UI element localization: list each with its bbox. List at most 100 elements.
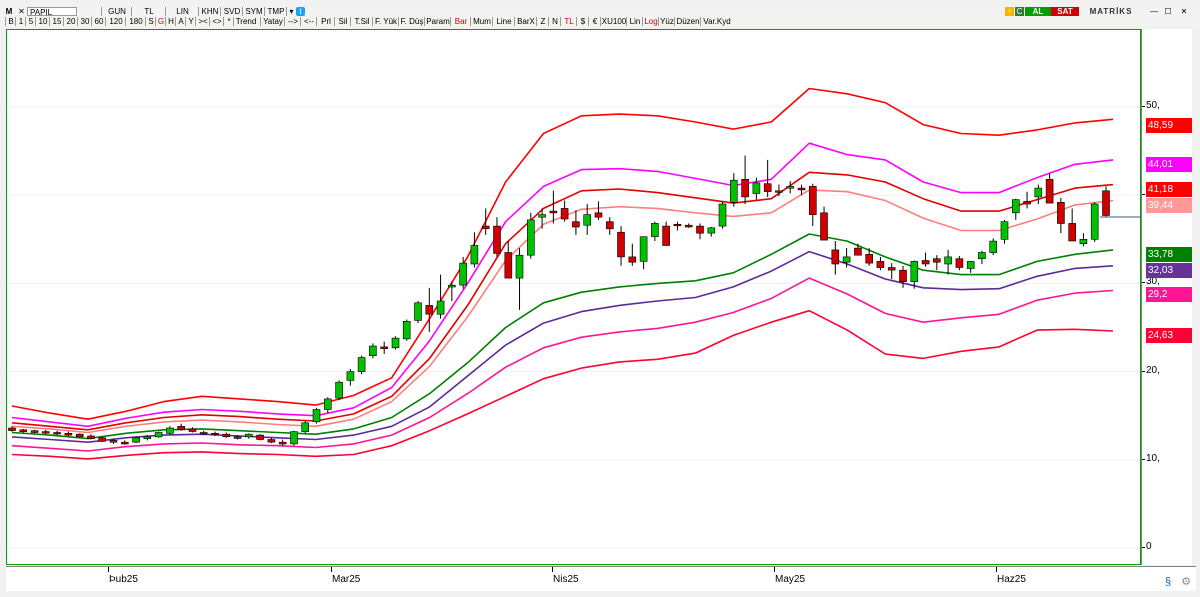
zoom-icon[interactable]: ⚙	[1178, 575, 1194, 589]
tool-button[interactable]: Bar	[450, 17, 471, 26]
sell-button[interactable]: SAT	[1051, 7, 1079, 16]
symbol-input[interactable]: PAPIL	[27, 7, 77, 16]
tool-button[interactable]: 30	[77, 17, 92, 26]
price-level-label: 24,63	[1146, 328, 1192, 343]
tool-button[interactable]: Sil	[334, 17, 351, 26]
candle-down	[854, 247, 862, 256]
tool-button[interactable]: BarX	[514, 17, 537, 26]
band-line-mid1_upper	[11, 142, 1114, 428]
buy-button[interactable]: AL	[1025, 7, 1051, 16]
candle-up	[402, 320, 411, 340]
tool-button[interactable]: 15	[49, 17, 64, 26]
date-tick-label: Mar25	[332, 574, 361, 585]
candle-down	[605, 221, 614, 230]
candle-down	[188, 428, 197, 432]
alarm-icon[interactable]: ⚡	[1005, 7, 1015, 16]
chart-area[interactable]	[6, 29, 1141, 565]
tool-button[interactable]: Yüz	[658, 17, 675, 26]
tool-button[interactable]: Trend	[233, 17, 258, 26]
candle-up	[1011, 199, 1020, 214]
date-tick-mark	[331, 567, 332, 572]
band-line-lower3	[11, 277, 1114, 452]
candle-down	[30, 430, 39, 433]
candle-up	[143, 436, 152, 439]
candle-down	[1023, 201, 1031, 205]
tool-button[interactable]: 10	[35, 17, 50, 26]
tool-button[interactable]: 180	[125, 17, 146, 26]
candle-down	[628, 256, 637, 263]
tool-button[interactable]: 20	[63, 17, 78, 26]
date-tick-label: May25	[775, 574, 806, 585]
tool-button[interactable]: 120	[105, 17, 126, 26]
date-axis: § ⚙ Þub25 Mar25 Nis25 May25 Haz25	[6, 566, 1196, 591]
candle-up	[729, 179, 738, 203]
tool-button[interactable]: <>	[209, 17, 224, 26]
candle-up	[470, 245, 479, 265]
candle-down	[775, 190, 783, 193]
candle-up	[707, 227, 716, 234]
maximize-icon[interactable]: ☐	[1162, 7, 1174, 16]
window-close-icon[interactable]: ✕	[17, 7, 26, 16]
tool-button[interactable]: ><	[195, 17, 210, 26]
refresh-icon[interactable]: C	[1015, 7, 1024, 16]
tool-button[interactable]: Lin	[626, 17, 643, 26]
tool-button[interactable]: Düzen	[674, 17, 701, 26]
candle-up	[312, 409, 321, 423]
tool-button[interactable]: Prl	[316, 17, 335, 26]
candle-down	[222, 433, 231, 438]
candle-down	[808, 186, 817, 215]
tool-button[interactable]: Line	[492, 17, 515, 26]
tool-button[interactable]: <--	[300, 17, 317, 26]
candle-down	[673, 224, 682, 227]
candle-up	[436, 300, 445, 315]
tool-button[interactable]: Mum	[470, 17, 493, 26]
close-icon[interactable]: ✕	[1178, 7, 1190, 16]
tool-button[interactable]: T.Sil	[350, 17, 373, 26]
candle-up	[335, 381, 343, 399]
tool-button[interactable]: F. Yük	[372, 17, 399, 26]
tool-button[interactable]: Log	[642, 17, 659, 26]
candle-up	[944, 256, 952, 265]
period-selector[interactable]: GUN	[101, 7, 132, 16]
scale-selector[interactable]: LIN	[165, 7, 199, 16]
candle-down	[380, 346, 389, 349]
price-tick-mark	[1142, 458, 1145, 460]
tool-button[interactable]: Var.Kyd	[700, 17, 733, 26]
candle-up	[966, 261, 975, 269]
minimize-icon[interactable]: —	[1148, 7, 1160, 16]
dropdown-arrow-icon[interactable]: ▾	[286, 7, 296, 16]
tool-button[interactable]: Yatay	[260, 17, 285, 26]
tool-button[interactable]: F. Düş	[398, 17, 425, 26]
date-tick-label: Haz25	[997, 574, 1026, 585]
candle-down	[1045, 179, 1054, 204]
price-axis: 50,40,30,20,10,048,5944,0141,1839,4433,7…	[1141, 29, 1192, 565]
scroll-icon[interactable]: §	[1160, 575, 1176, 589]
candle-up	[301, 422, 310, 432]
price-chart	[7, 87, 1140, 549]
candle-down	[684, 224, 693, 228]
candle-up	[391, 337, 400, 349]
currency-selector[interactable]: TL	[131, 7, 166, 16]
candle-down	[278, 441, 287, 445]
toolbar-sym-button[interactable]: SYM	[242, 7, 265, 16]
twitter-icon[interactable]: t	[296, 7, 305, 16]
tool-button[interactable]: XU100	[600, 17, 627, 26]
toolbar-khn-button[interactable]: KHN	[198, 7, 221, 16]
toolbar-tmp-button[interactable]: TMP	[264, 7, 287, 16]
candle-down	[876, 261, 885, 268]
candle-down	[763, 183, 772, 192]
candle-down	[109, 440, 118, 443]
candle-down	[560, 208, 569, 220]
price-level-label: 29,2	[1146, 287, 1192, 302]
tool-button[interactable]: TL	[560, 17, 577, 26]
tool-button[interactable]: 60	[91, 17, 106, 26]
band-line-basis	[11, 189, 1114, 434]
candle-down	[1068, 223, 1076, 242]
candle-down	[177, 425, 185, 431]
tool-button[interactable]: -->	[284, 17, 301, 26]
candle-up	[369, 345, 377, 356]
toolbar-svd-button[interactable]: SVD	[220, 7, 243, 16]
candle-up	[290, 431, 298, 445]
tool-button[interactable]: Param	[424, 17, 451, 26]
window-menu-icon[interactable]: M	[3, 7, 15, 16]
